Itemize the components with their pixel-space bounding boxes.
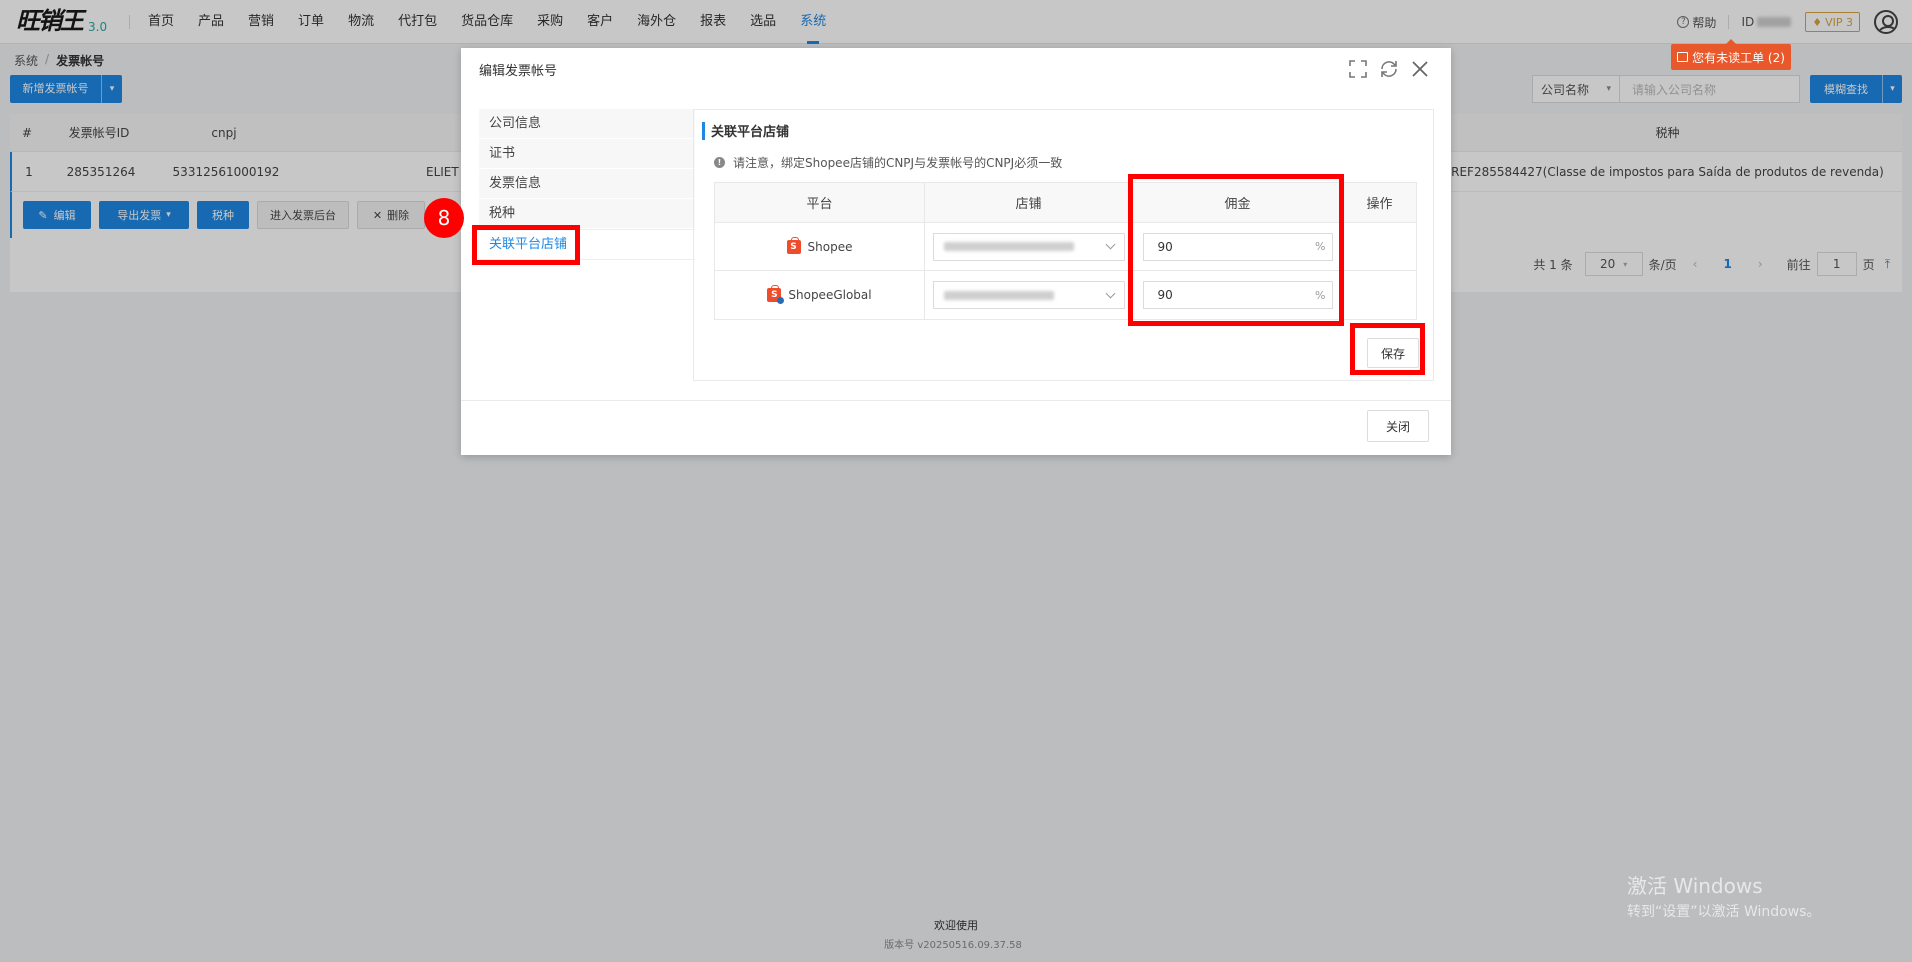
store-cell bbox=[925, 223, 1133, 270]
refresh-icon[interactable] bbox=[1378, 58, 1400, 80]
store-select[interactable] bbox=[932, 281, 1125, 309]
menu-invoice-info[interactable]: 发票信息 bbox=[479, 169, 695, 199]
platform-name: ShopeeGlobal bbox=[788, 288, 872, 302]
actions-cell bbox=[1343, 271, 1416, 319]
store-select[interactable] bbox=[932, 232, 1125, 261]
cnpj-notice: ! 请注意，绑定Shopee店铺的CNPJ与发票帐号的CNPJ必须一致 bbox=[714, 154, 1062, 171]
modal-title: 编辑发票帐号 bbox=[479, 63, 558, 79]
section-title: 关联平台店铺 bbox=[702, 122, 789, 140]
platform-cell: S Shopee bbox=[715, 223, 925, 270]
chevron-down-icon bbox=[1105, 239, 1115, 250]
unread-ticket-notice[interactable]: 您有未读工单 (2) bbox=[1671, 39, 1791, 70]
col-store: 店铺 bbox=[925, 183, 1133, 222]
col-actions: 操作 bbox=[1366, 197, 1393, 212]
step-number-badge: 8 bbox=[424, 198, 464, 238]
highlight-commission-column bbox=[1128, 174, 1344, 326]
chevron-down-icon bbox=[1105, 288, 1115, 298]
modal-footer: 关闭 bbox=[461, 400, 1451, 455]
close-icon[interactable] bbox=[1409, 58, 1431, 80]
info-icon: ! bbox=[714, 157, 725, 168]
message-icon bbox=[1677, 52, 1689, 62]
notice-text: 请注意，绑定Shopee店铺的CNPJ与发票帐号的CNPJ必须一致 bbox=[733, 156, 1063, 170]
windows-activation-title: 激活 Windows bbox=[1627, 874, 1763, 898]
highlight-linked-stores-menu bbox=[472, 225, 580, 265]
windows-activation-subtitle: 转到“设置”以激活 Windows。 bbox=[1627, 904, 1821, 920]
modal-tools bbox=[1338, 58, 1431, 80]
col-platform: 平台 bbox=[715, 183, 925, 222]
platform-name: Shopee bbox=[807, 239, 853, 254]
actions-cell bbox=[1343, 223, 1416, 270]
ticket-label: 您有未读工单 (2) bbox=[1692, 50, 1785, 65]
fullscreen-icon[interactable] bbox=[1347, 58, 1369, 80]
menu-company-info[interactable]: 公司信息 bbox=[479, 109, 695, 139]
highlight-save-button bbox=[1350, 323, 1425, 375]
platform-cell: S ShopeeGlobal bbox=[715, 271, 925, 319]
store-name-redacted bbox=[943, 290, 1054, 300]
windows-activation-watermark: 激活 Windows 转到“设置”以激活 Windows。 bbox=[1627, 870, 1820, 921]
modal-header: 编辑发票帐号 bbox=[461, 48, 1451, 90]
menu-certificate[interactable]: 证书 bbox=[479, 139, 695, 169]
shopee-icon: S bbox=[786, 236, 801, 254]
store-cell bbox=[925, 271, 1133, 319]
shopee-global-icon: S bbox=[767, 285, 785, 304]
close-button[interactable]: 关闭 bbox=[1367, 410, 1429, 442]
store-name-redacted bbox=[943, 242, 1074, 251]
